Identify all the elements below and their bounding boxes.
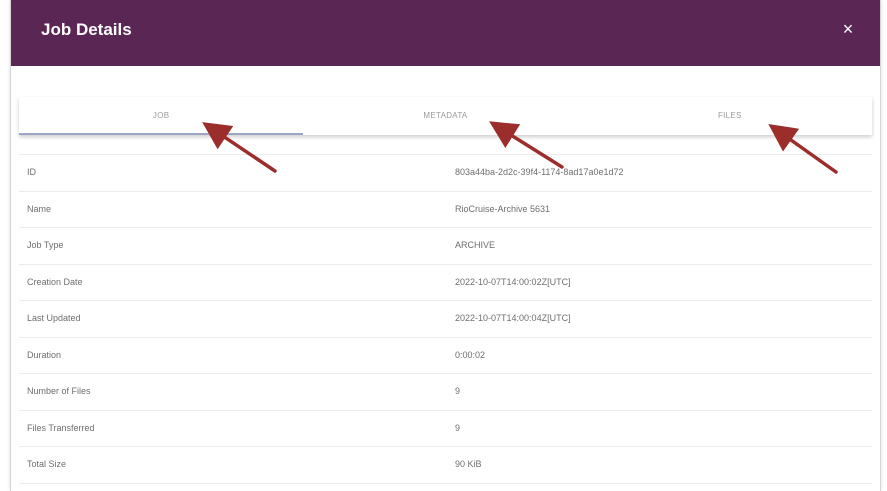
tab-metadata[interactable]: METADATA (303, 97, 587, 135)
detail-label: Name (27, 203, 52, 214)
detail-label: Total Size (27, 459, 67, 469)
detail-value: RioCruise-Archive 5631 (455, 203, 551, 214)
tab-bar: JOB METADATA FILES (19, 97, 872, 135)
job-details-table: ID 803a44ba-2d2c-39f4-1174-8ad17a0e1d72 … (19, 154, 872, 484)
job-details-dialog: Job Details × JOB METADATA FILES ID 803a… (10, 0, 881, 491)
dialog-header: Job Details × (11, 0, 880, 66)
detail-value: ARCHIVE (455, 240, 496, 250)
detail-value: 2022-10-07T14:00:02Z[UTC] (455, 276, 571, 287)
close-icon[interactable]: × (836, 17, 860, 41)
detail-row-total-size: Total Size 90 KiB (19, 447, 872, 484)
detail-row-id: ID 803a44ba-2d2c-39f4-1174-8ad17a0e1d72 (19, 155, 872, 192)
dialog-title: Job Details (41, 20, 132, 39)
tab-files[interactable]: FILES (588, 97, 872, 135)
detail-row-name: Name RioCruise-Archive 5631 (19, 192, 872, 228)
detail-label: Duration (27, 349, 62, 360)
detail-row-files-transferred: Files Transferred 9 (19, 411, 872, 447)
detail-value: 2022-10-07T14:00:04Z[UTC] (455, 313, 571, 323)
detail-label: ID (27, 167, 36, 177)
detail-row-number-of-files: Number of Files 9 (19, 374, 872, 411)
detail-row-last-updated: Last Updated 2022-10-07T14:00:04Z[UTC] (19, 301, 872, 338)
detail-label: Job Type (27, 240, 64, 250)
detail-row-job-type: Job Type ARCHIVE (19, 228, 872, 265)
detail-label: Number of Files (27, 386, 91, 396)
detail-value: 90 KiB (455, 459, 482, 469)
detail-value: 0:00:02 (455, 349, 486, 360)
detail-row-creation-date: Creation Date 2022-10-07T14:00:02Z[UTC] (19, 265, 872, 301)
detail-label: Files Transferred (27, 422, 95, 433)
detail-row-duration: Duration 0:00:02 (19, 338, 872, 374)
detail-label: Creation Date (27, 276, 83, 287)
tab-job[interactable]: JOB (19, 97, 304, 135)
detail-value: 9 (455, 422, 461, 433)
detail-value: 803a44ba-2d2c-39f4-1174-8ad17a0e1d72 (455, 167, 624, 177)
detail-label: Last Updated (27, 313, 81, 323)
detail-value: 9 (455, 386, 461, 396)
